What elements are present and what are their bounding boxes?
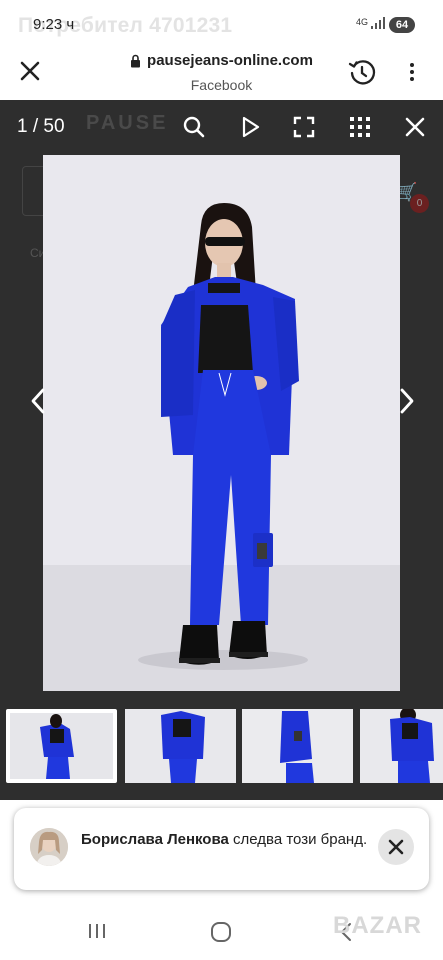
avatar [30, 828, 68, 866]
lock-icon [131, 54, 141, 67]
dismiss-notification-icon[interactable] [378, 829, 414, 865]
network-type: 4G [356, 17, 369, 27]
more-vert-icon[interactable] [404, 59, 420, 85]
url-text: pausejeans-online.com [147, 52, 313, 69]
close-icon[interactable] [18, 59, 42, 83]
fullscreen-icon[interactable] [292, 115, 316, 139]
status-bar: Потребител 4701231 9:23 ч 4G 64 [0, 0, 443, 44]
notification-message: следва този бранд. [228, 831, 368, 848]
browser-toolbar: pausejeans-online.com Facebook [0, 44, 443, 100]
product-main-image[interactable] [43, 155, 400, 691]
home-icon[interactable] [210, 922, 232, 942]
lightbox-overlay: PAUSE Си 🛒 0 1 / 50 [0, 100, 443, 800]
grid-icon[interactable] [348, 115, 372, 139]
follow-notification: Борислава Ленкова следва този бранд. [14, 808, 429, 890]
battery-indicator: 64 [389, 17, 415, 33]
play-icon[interactable] [238, 115, 262, 139]
background-cart-badge: 0 [410, 194, 429, 213]
close-lightbox-icon[interactable] [403, 115, 427, 139]
address-area[interactable]: pausejeans-online.com Facebook [100, 52, 343, 93]
bazar-watermark: BAZAR [333, 912, 422, 939]
notification-text: Борислава Ленкова следва този бранд. [81, 830, 371, 850]
lightbox-toolbar: 1 / 50 [0, 100, 443, 156]
thumbnail-strip [0, 706, 443, 786]
thumbnail-3[interactable] [242, 709, 353, 783]
chevron-left-icon[interactable] [27, 386, 49, 416]
recents-icon[interactable] [87, 922, 107, 940]
signal-icon [371, 17, 385, 29]
thumbnail-1[interactable] [6, 709, 117, 783]
thumbnail-2[interactable] [125, 709, 236, 783]
chevron-right-icon[interactable] [396, 386, 418, 416]
source-label: Facebook [190, 76, 253, 93]
image-counter: 1 / 50 [17, 116, 65, 137]
status-time: 9:23 ч [33, 16, 75, 33]
url-row: pausejeans-online.com [130, 52, 313, 69]
zoom-icon[interactable] [182, 115, 206, 139]
thumbnail-4[interactable] [360, 709, 443, 783]
history-icon[interactable] [347, 57, 377, 87]
follower-name[interactable]: Борислава Ленкова [81, 831, 229, 848]
